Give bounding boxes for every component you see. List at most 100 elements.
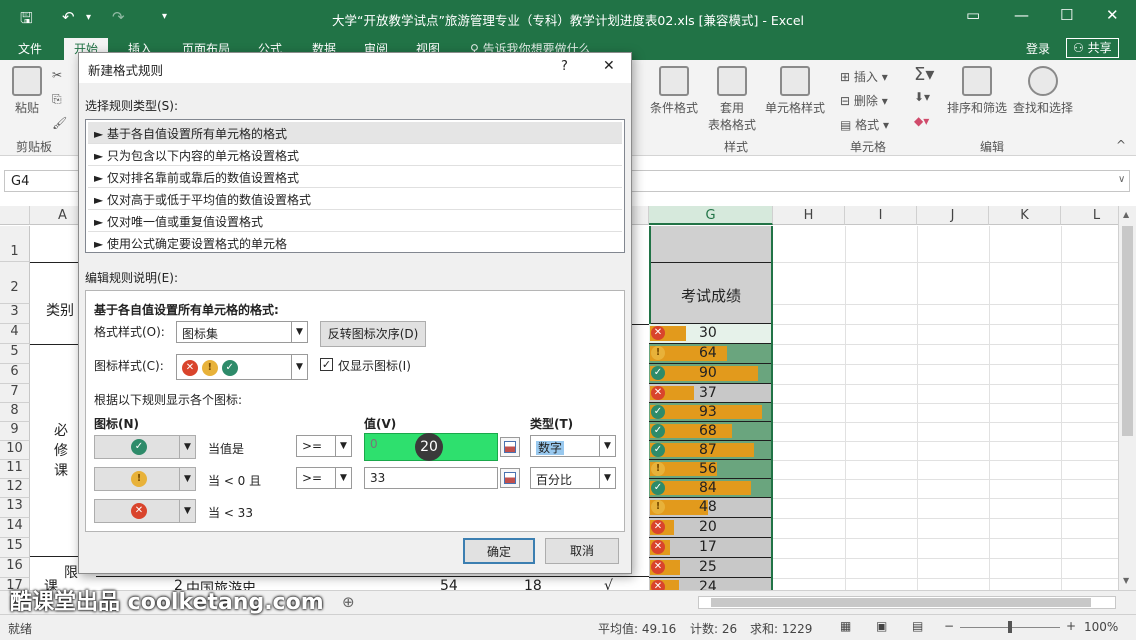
tab-file[interactable]: 文件	[18, 40, 42, 57]
row-header[interactable]: 8	[0, 403, 30, 422]
icon-2-select[interactable]: ! ▼	[94, 467, 196, 491]
exam-score-cell[interactable]: ✕ 17	[649, 538, 771, 558]
reverse-icon-order-button[interactable]: 反转图标次序(D)	[320, 321, 426, 347]
zoom-in-icon[interactable]: +	[1066, 619, 1076, 633]
close-window-icon[interactable]: ✕	[1106, 6, 1119, 24]
add-sheet-icon[interactable]: ⊕	[342, 593, 355, 611]
column-header-l[interactable]: L	[1061, 206, 1118, 225]
row-header[interactable]: 5	[0, 344, 30, 364]
rule-type-item-top-bottom[interactable]: ► 仅对排名靠前或靠后的数值设置格式	[88, 166, 622, 188]
paste-button[interactable]: 粘贴	[10, 66, 44, 116]
collapse-dialog-icon[interactable]	[500, 468, 520, 488]
scroll-down-icon[interactable]: ▼	[1123, 576, 1129, 585]
exam-score-cell[interactable]: ✓ 90	[649, 364, 771, 384]
delete-cells-button[interactable]: ⊟ 删除 ▾	[840, 92, 888, 109]
scroll-up-icon[interactable]: ▲	[1123, 210, 1129, 219]
autosum-icon[interactable]: Σ▾	[914, 64, 934, 85]
exam-score-cell[interactable]: ! 48	[649, 498, 771, 518]
icon-1-select[interactable]: ✓ ▼	[94, 435, 196, 459]
normal-view-icon[interactable]: ▦	[840, 619, 851, 633]
cut-icon[interactable]: ✂	[52, 68, 62, 82]
column-header-k[interactable]: K	[989, 206, 1061, 225]
copy-icon[interactable]: ⎘	[52, 92, 62, 107]
row-header[interactable]: 1	[0, 226, 30, 262]
maximize-icon[interactable]: ☐	[1060, 6, 1073, 24]
row-header[interactable]: 11	[0, 460, 30, 479]
page-break-view-icon[interactable]: ▤	[912, 619, 923, 633]
clear-icon[interactable]: ◆▾	[914, 114, 929, 128]
help-icon[interactable]: ?	[561, 59, 568, 74]
expand-formula-bar-icon[interactable]: ∨	[1118, 174, 1125, 185]
close-icon[interactable]: ✕	[603, 58, 615, 74]
sort-filter-button[interactable]: 排序和筛选	[944, 66, 1010, 116]
vertical-scrollbar[interactable]: ▲ ▼	[1118, 206, 1136, 590]
rule-type-item-formula[interactable]: ► 使用公式确定要设置格式的单元格	[88, 232, 622, 254]
collapse-dialog-icon[interactable]	[500, 437, 520, 457]
rule-2-type-select[interactable]: 百分比 ▼	[530, 467, 616, 489]
login-link[interactable]: 登录	[1026, 40, 1050, 57]
exam-score-cell[interactable]: ✕ 30	[649, 324, 771, 344]
collapse-ribbon-icon[interactable]: ^	[1116, 138, 1126, 152]
cell-styles-button[interactable]: 单元格样式	[764, 66, 826, 116]
rule-1-type-select[interactable]: 数字 ▼	[530, 435, 616, 457]
insert-cells-button[interactable]: ⊞ 插入 ▾	[840, 68, 888, 85]
horizontal-scrollbar[interactable]	[698, 596, 1116, 609]
exam-score-cell[interactable]: ✕ 24	[649, 578, 771, 590]
rule-type-list[interactable]: ► 基于各自值设置所有单元格的格式 ► 只为包含以下内容的单元格设置格式 ► 仅…	[85, 119, 625, 253]
find-select-button[interactable]: 查找和选择	[1012, 66, 1074, 116]
rule-2-operator[interactable]: >= ▼	[296, 467, 352, 489]
exam-score-cell[interactable]: ✕ 25	[649, 558, 771, 578]
row-header[interactable]: 10	[0, 441, 30, 460]
icon-3-select[interactable]: ✕ ▼	[94, 499, 196, 523]
rule-type-item-above-average[interactable]: ► 仅对高于或低于平均值的数值设置格式	[88, 188, 622, 210]
rule-2-value-input[interactable]: 33	[364, 467, 498, 489]
zoom-level[interactable]: 100%	[1084, 620, 1118, 634]
exam-score-cell[interactable]: ✓ 84	[649, 479, 771, 498]
exam-score-cell[interactable]: ! 56	[649, 460, 771, 479]
row-header[interactable]: 3	[0, 304, 30, 324]
share-button[interactable]: ⚇ 共享	[1066, 38, 1119, 58]
zoom-out-icon[interactable]: −	[944, 619, 954, 633]
row-header[interactable]: 6	[0, 364, 30, 384]
ok-button[interactable]: 确定	[463, 538, 535, 564]
header-exam-score[interactable]: 考试成绩	[651, 262, 771, 324]
scroll-thumb[interactable]	[1122, 226, 1133, 436]
exam-score-cell[interactable]: ! 64	[649, 344, 771, 364]
row-header[interactable]: 14	[0, 518, 30, 538]
row-header[interactable]: 13	[0, 498, 30, 518]
row-header[interactable]: 9	[0, 422, 30, 441]
rule-type-item-format-all[interactable]: ► 基于各自值设置所有单元格的格式	[88, 122, 622, 144]
page-layout-view-icon[interactable]: ▣	[876, 619, 887, 633]
format-style-select[interactable]: 图标集 ▼	[176, 321, 308, 343]
select-all-corner[interactable]	[0, 206, 30, 225]
column-header-g[interactable]: G	[649, 206, 773, 225]
exam-score-cell[interactable]: ✕ 37	[649, 384, 771, 403]
conditional-format-button[interactable]: 条件格式	[646, 66, 702, 116]
h-scroll-thumb[interactable]	[711, 598, 1091, 607]
minimize-icon[interactable]: —	[1014, 6, 1029, 24]
cancel-button[interactable]: 取消	[545, 538, 619, 564]
rule-1-operator[interactable]: >= ▼	[296, 435, 352, 457]
row-header[interactable]: 15	[0, 538, 30, 558]
row-header[interactable]: 4	[0, 324, 30, 344]
row-header[interactable]: 12	[0, 479, 30, 498]
column-header-i[interactable]: I	[845, 206, 917, 225]
show-icon-only-checkbox[interactable]: ✓	[320, 358, 333, 371]
exam-score-cell[interactable]: ✕ 20	[649, 518, 771, 538]
zoom-slider-thumb[interactable]	[1008, 621, 1012, 633]
row-header[interactable]: 2	[0, 262, 30, 304]
format-cells-button[interactable]: ▤ 格式 ▾	[840, 116, 889, 133]
rule-type-item-unique-duplicate[interactable]: ► 仅对唯一值或重复值设置格式	[88, 210, 622, 232]
exam-score-cell[interactable]: ✓ 68	[649, 422, 771, 441]
row-header[interactable]: 16	[0, 558, 30, 578]
fill-icon[interactable]: ⬇▾	[914, 90, 930, 104]
exam-score-cell[interactable]: ✓ 87	[649, 441, 771, 460]
row-header[interactable]: 7	[0, 384, 30, 403]
format-as-table-button[interactable]: 套用 表格格式	[704, 66, 760, 133]
column-header-j[interactable]: J	[917, 206, 989, 225]
ribbon-display-icon[interactable]: ▭	[966, 6, 980, 24]
exam-score-cell[interactable]: ✓ 93	[649, 403, 771, 422]
column-header-h[interactable]: H	[773, 206, 845, 225]
rule-type-item-contains[interactable]: ► 只为包含以下内容的单元格设置格式	[88, 144, 622, 166]
format-painter-icon[interactable]: 🖌	[52, 116, 67, 130]
